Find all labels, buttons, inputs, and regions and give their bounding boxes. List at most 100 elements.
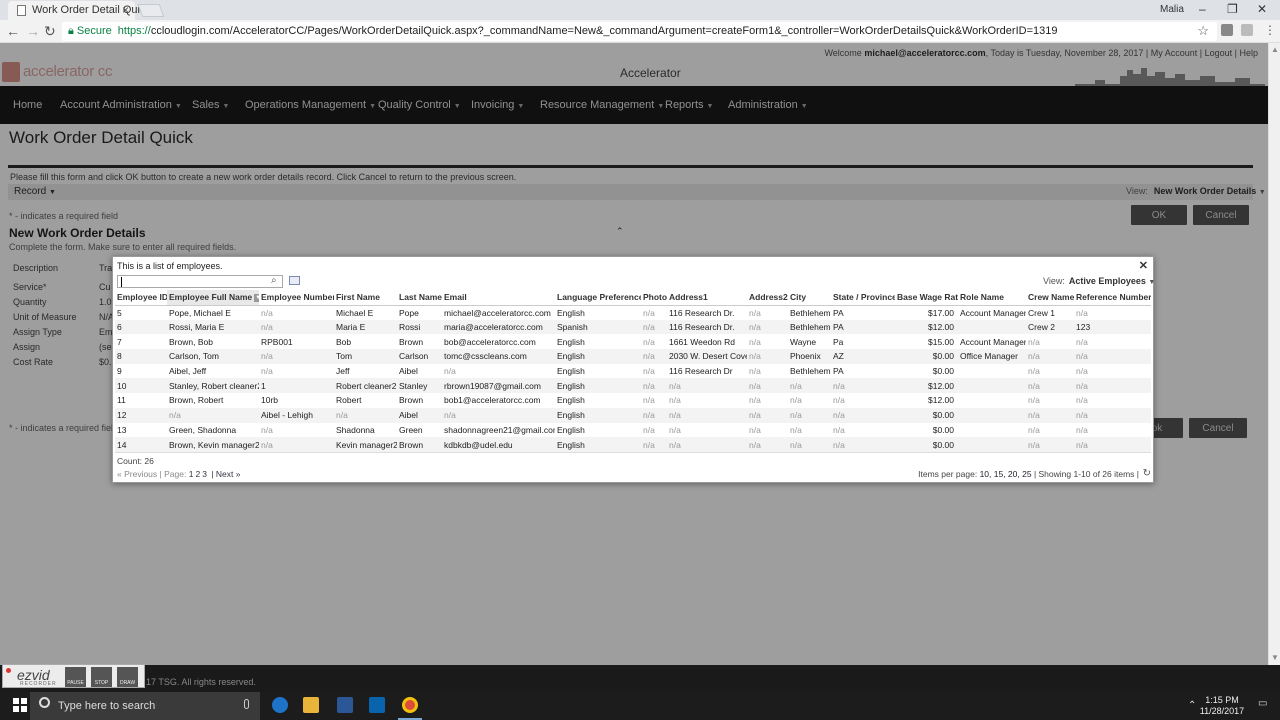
- back-icon[interactable]: ←: [6, 23, 20, 39]
- previous-page-link[interactable]: « Previous: [117, 469, 157, 479]
- table-cell: English: [557, 307, 585, 318]
- url-input[interactable]: 🔒︎ Secure https://ccloudlogin.com/Acceler…: [62, 22, 1217, 41]
- table-cell: n/a: [641, 349, 667, 364]
- column-header[interactable]: Language Preference: [555, 290, 641, 306]
- column-header[interactable]: City: [788, 290, 831, 306]
- table-cell: Aibel: [399, 366, 418, 377]
- sort-menu-icon[interactable]: ▼: [254, 294, 259, 302]
- table-row[interactable]: 13 Green, Shadonna n/a Shadonna Green shadonn…: [115, 423, 1151, 438]
- minimize-icon[interactable]: –: [1199, 2, 1206, 16]
- table-row[interactable]: 12 n/a Aibel - Lehigh n/a Aibel n/a English n/a…: [115, 407, 1151, 423]
- column-header-label: Language Preference: [557, 292, 641, 303]
- table-row[interactable]: 7 Brown, Bob RPB001 Bob Brown bob@accelerator…: [115, 334, 1151, 349]
- close-window-icon[interactable]: ✕: [1257, 2, 1267, 16]
- scroll-up-icon[interactable]: ▲: [1271, 45, 1279, 54]
- table-row[interactable]: 14 Brown, Kevin manager2 n/a Kevin manager2…: [115, 437, 1151, 452]
- table-cell: tomc@csscleans.com: [442, 349, 555, 364]
- column-header[interactable]: Last Name: [397, 290, 442, 306]
- close-dialog-icon[interactable]: ✕: [1139, 259, 1148, 272]
- table-cell: [958, 378, 1026, 394]
- table-cell: 116 Research Dr: [669, 366, 733, 377]
- table-cell: 8: [115, 349, 167, 364]
- windows-start-icon[interactable]: [13, 698, 27, 712]
- extension-icon[interactable]: [1241, 24, 1253, 36]
- chrome-icon[interactable]: [402, 697, 418, 713]
- table-cell: n/a: [1076, 395, 1088, 406]
- column-header[interactable]: Employee Number: [259, 290, 334, 306]
- table-cell: n/a: [790, 395, 802, 406]
- table-row[interactable]: 6 Rossi, Maria En/a Maria E Rossi maria@acce…: [115, 319, 1151, 335]
- column-header[interactable]: Email: [442, 290, 555, 306]
- microphone-icon[interactable]: [244, 699, 249, 709]
- windows-taskbar: Type here to search ⌃ ▭ 1:15 PM 11/28/20…: [0, 692, 1280, 720]
- column-header[interactable]: Address1: [667, 290, 747, 306]
- column-header[interactable]: First Name: [334, 290, 397, 306]
- table-row[interactable]: 11 Brown, Robert 10rb Robert Brown bob1@accel…: [115, 393, 1151, 408]
- column-header[interactable]: Role Name: [958, 290, 1026, 306]
- column-header[interactable]: Employee Full Name ▼: [167, 290, 259, 306]
- profile-name[interactable]: Malia: [1160, 4, 1184, 15]
- table-cell: n/a: [643, 366, 655, 377]
- table-cell: n/a: [749, 307, 761, 318]
- extension-icon[interactable]: [1221, 24, 1233, 36]
- table-cell: n/a: [669, 395, 681, 406]
- browser-tab[interactable]: Work Order Detail Quick ×: [8, 1, 151, 20]
- search-icon[interactable]: ⌕: [271, 275, 277, 286]
- export-icon[interactable]: [289, 276, 300, 285]
- column-header[interactable]: Photo: [641, 290, 667, 306]
- bookmark-star-icon[interactable]: ☆: [1197, 23, 1209, 39]
- table-cell: n/a: [667, 407, 747, 423]
- column-header[interactable]: Reference Number: [1074, 290, 1151, 306]
- word-icon[interactable]: [337, 697, 353, 713]
- table-cell: Aibel: [397, 407, 442, 423]
- next-page-link[interactable]: | Next »: [211, 469, 240, 479]
- draw-button[interactable]: DRAW: [117, 667, 138, 687]
- outlook-icon[interactable]: [369, 697, 385, 713]
- table-cell: Green, Shadonna: [169, 424, 237, 435]
- stop-button[interactable]: STOP: [91, 667, 112, 687]
- page-scrollbar[interactable]: ▲ ▼: [1268, 43, 1280, 665]
- file-explorer-icon[interactable]: [303, 697, 319, 713]
- dialog-view-selector[interactable]: View: Active Employees ▼: [1043, 276, 1155, 286]
- page-link[interactable]: 2: [195, 469, 200, 479]
- table-cell: n/a: [261, 424, 273, 435]
- table-cell: n/a: [831, 437, 895, 452]
- column-header-label: State / Province: [833, 292, 895, 303]
- table-cell: n/a: [1076, 366, 1088, 377]
- column-header[interactable]: Employee ID: [115, 290, 167, 306]
- table-row[interactable]: 9 Aibel, Jeff n/a Jeff Aibel n/a English n/a 116…: [115, 364, 1151, 379]
- chrome-menu-icon[interactable]: ⋮: [1264, 23, 1276, 37]
- column-header[interactable]: Base Wage Rate: [895, 290, 958, 306]
- table-cell: Stanley: [397, 378, 442, 394]
- table-cell: Robert: [336, 395, 362, 406]
- forward-icon[interactable]: →: [26, 23, 40, 39]
- table-cell: n/a: [788, 437, 831, 452]
- page-link[interactable]: 3: [202, 469, 207, 479]
- table-row[interactable]: 8 Carlson, Tom n/a Tom Carlson tomc@csscleans…: [115, 349, 1151, 364]
- refresh-icon[interactable]: ↻: [1143, 468, 1151, 479]
- table-cell: Pa: [833, 336, 844, 347]
- table-cell: n/a: [747, 378, 788, 394]
- items-per-page-options[interactable]: 10, 15, 20, 25: [980, 469, 1032, 479]
- table-cell: Carlson: [397, 349, 442, 364]
- notifications-icon[interactable]: ▭: [1258, 698, 1267, 709]
- employee-search-input[interactable]: [117, 275, 283, 288]
- new-tab-button[interactable]: [137, 4, 165, 17]
- taskbar-search-box[interactable]: Type here to search: [30, 692, 260, 720]
- table-cell: n/a: [643, 395, 655, 406]
- table-row[interactable]: 5 Pope, Michael E n/a Michael E Pope michael@…: [115, 305, 1151, 320]
- reload-icon[interactable]: ↻: [44, 23, 56, 40]
- scroll-down-icon[interactable]: ▼: [1271, 653, 1279, 662]
- maximize-icon[interactable]: ❐: [1227, 2, 1238, 16]
- close-tab-icon[interactable]: ×: [122, 3, 129, 17]
- column-header[interactable]: State / Province: [831, 290, 895, 306]
- page-link[interactable]: 1: [189, 469, 194, 479]
- table-row[interactable]: 10 Stanley, Robert cleaner2 1 Robert cleane…: [115, 378, 1151, 394]
- table-cell: Kevin manager2: [334, 437, 397, 452]
- column-header[interactable]: Address2: [747, 290, 788, 306]
- system-clock[interactable]: 1:15 PM 11/28/2017: [1196, 695, 1248, 717]
- edge-browser-icon[interactable]: [272, 697, 288, 713]
- items-per-page-label: Items per page:: [918, 469, 978, 479]
- pause-button[interactable]: PAUSE: [65, 667, 86, 687]
- column-header[interactable]: Crew Name: [1026, 290, 1074, 306]
